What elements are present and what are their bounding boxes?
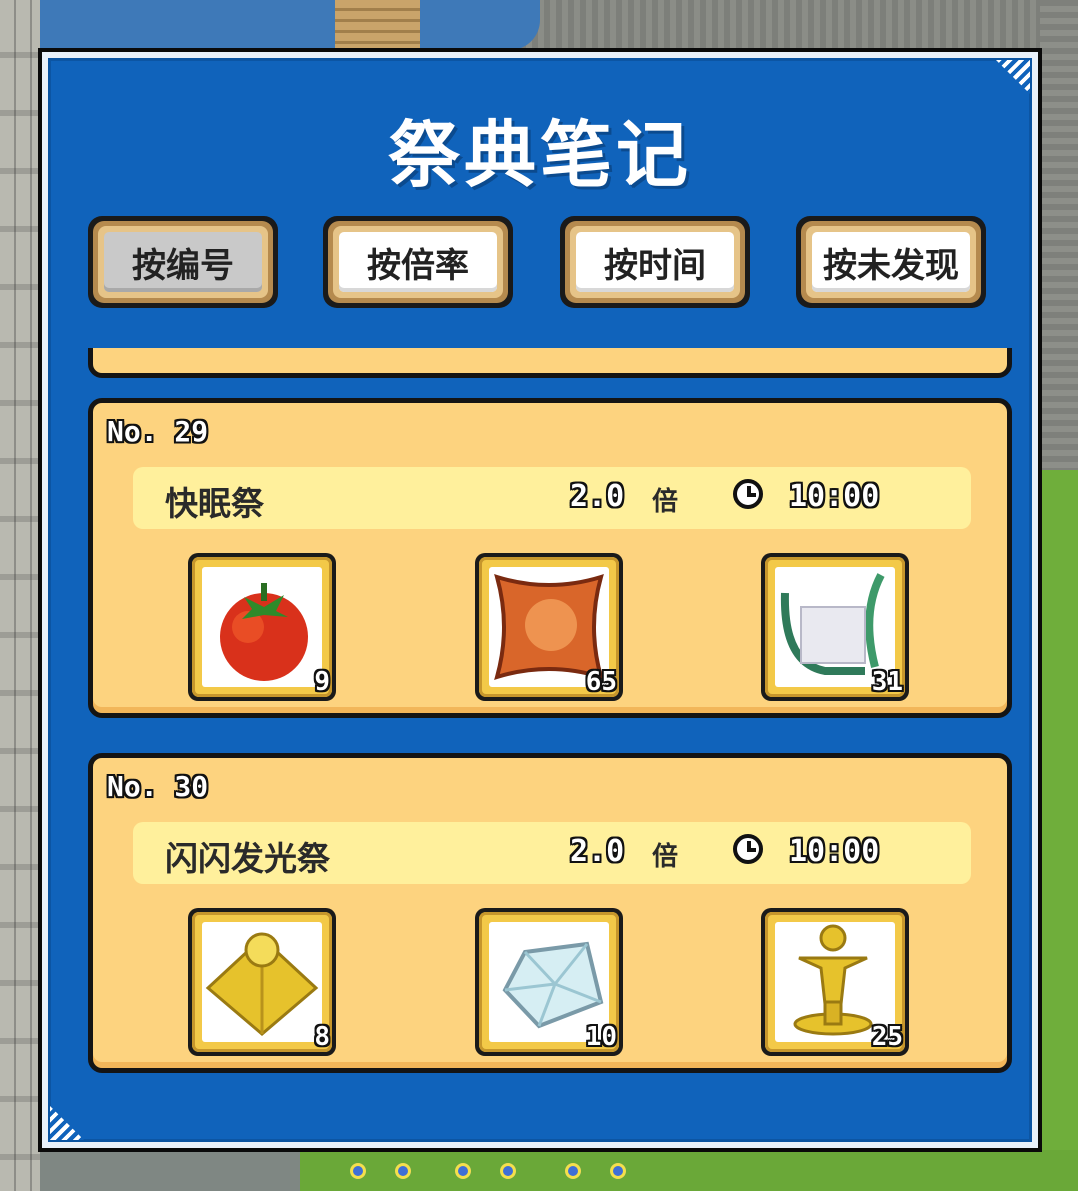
- sort-by-number-button[interactable]: 按编号: [88, 216, 278, 308]
- background-grass: [1040, 470, 1078, 1191]
- sort-button-label: 按时间: [576, 232, 734, 292]
- flower-icon: [565, 1163, 581, 1179]
- item-count: 8: [314, 1022, 330, 1052]
- flower-icon: [395, 1163, 411, 1179]
- rate-unit: 倍: [652, 487, 679, 517]
- item-slot[interactable]: 25: [761, 908, 909, 1056]
- festival-list[interactable]: No. 29 快眠祭 2.0 倍 10:00 9 65 31 No. 30 闪闪…: [88, 348, 1012, 1128]
- sort-by-time-button[interactable]: 按时间: [560, 216, 750, 308]
- rate-unit: 倍: [652, 842, 679, 872]
- item-count: 9: [314, 667, 330, 697]
- flower-icon: [500, 1163, 516, 1179]
- item-slot[interactable]: 9: [188, 553, 336, 701]
- item-slot[interactable]: 31: [761, 553, 909, 701]
- background-water: [40, 0, 540, 50]
- festival-info-bar: 闪闪发光祭 2.0 倍 10:00: [133, 822, 971, 884]
- festival-number: No. 29: [107, 415, 209, 448]
- panel-title: 祭典笔记: [387, 113, 692, 197]
- festival-card[interactable]: No. 30 闪闪发光祭 2.0 倍 10:00 8 10 25: [88, 753, 1012, 1073]
- flower-icon: [455, 1163, 471, 1179]
- item-slot[interactable]: 8: [188, 908, 336, 1056]
- sort-button-label: 按编号: [104, 232, 262, 292]
- item-count: 65: [585, 667, 617, 697]
- festival-notes-panel: 祭典笔记 按编号 按倍率 按时间 按未发现 No. 29 快眠祭 2.0 倍 1…: [38, 48, 1042, 1152]
- festival-card[interactable]: No. 29 快眠祭 2.0 倍 10:00 9 65 31: [88, 398, 1012, 718]
- item-count: 25: [871, 1022, 903, 1052]
- background-bridge: [335, 0, 420, 50]
- item-slot[interactable]: 10: [475, 908, 623, 1056]
- sort-by-undiscovered-button[interactable]: 按未发现: [796, 216, 986, 308]
- festival-rate: 2.0: [570, 479, 625, 514]
- festival-time: 10:00: [789, 479, 880, 514]
- item-count: 31: [871, 667, 903, 697]
- item-count: 10: [585, 1022, 617, 1052]
- festival-rate: 2.0: [570, 834, 625, 869]
- festival-time: 10:00: [789, 834, 880, 869]
- flower-icon: [350, 1163, 366, 1179]
- festival-card-partial: [88, 348, 1012, 378]
- background-cliff: [0, 0, 40, 1191]
- flower-icon: [610, 1163, 626, 1179]
- clock-icon: [733, 834, 763, 864]
- sort-by-rate-button[interactable]: 按倍率: [323, 216, 513, 308]
- sort-button-label: 按倍率: [339, 232, 497, 292]
- clock-icon: [733, 479, 763, 509]
- corner-decoration-icon: [996, 60, 1030, 94]
- sort-button-label: 按未发现: [812, 232, 970, 292]
- festival-info-bar: 快眠祭 2.0 倍 10:00: [133, 467, 971, 529]
- background-grass-bottom: [300, 1150, 1078, 1191]
- festival-name: 闪闪发光祭: [165, 839, 330, 878]
- festival-number: No. 30: [107, 770, 209, 803]
- corner-decoration-icon: [50, 1106, 84, 1140]
- festival-name: 快眠祭: [165, 484, 264, 523]
- item-slot[interactable]: 65: [475, 553, 623, 701]
